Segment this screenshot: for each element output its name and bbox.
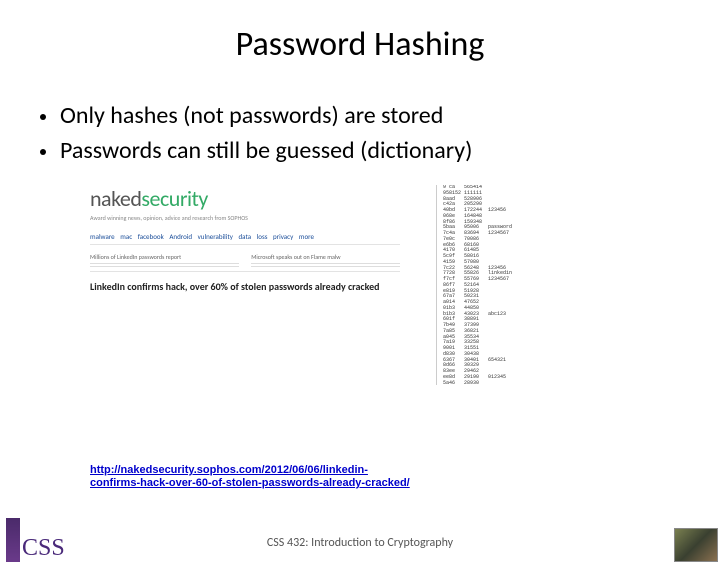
site-tagline: Award winning news, opinion, advice and … [90, 214, 400, 222]
sub-col-title: Microsoft speaks out on Flame malw [251, 253, 400, 261]
logo-part-2: security [141, 185, 207, 212]
bullet-text: Passwords can still be guessed (dictiona… [60, 136, 472, 165]
article-headline: LinkedIn confirms hack, over 60% of stol… [90, 280, 400, 293]
sub-col-title: Millions of LinkedIn passwords report [90, 253, 239, 261]
citation-link[interactable]: http://nakedsecurity.sophos.com/2012/06/… [90, 464, 410, 490]
css-logo: CSS [6, 518, 65, 562]
bullet-text: Only hashes (not passwords) are stored [60, 101, 443, 130]
bullet-list: Only hashes (not passwords) are stored P… [40, 101, 690, 165]
logo-part-1: naked [90, 185, 141, 212]
slide-footer: CSS 432: Introduction to Cryptography [0, 536, 720, 550]
bullet-item: Only hashes (not passwords) are stored [40, 101, 690, 130]
bullet-dot-icon [40, 114, 46, 120]
sub-col-right: Microsoft speaks out on Flame malw [251, 253, 400, 267]
divider-line [90, 266, 239, 267]
site-nav: malware mac facebook Android vulnerabili… [90, 232, 400, 245]
slide-title: Password Hashing [0, 24, 720, 65]
css-logo-text: CSS [22, 535, 65, 562]
corner-decoration-icon [674, 528, 718, 562]
password-hash-table: 9 ca 565414 958152 111111 8aad 528906 c4… [436, 185, 626, 385]
content-row: nakedsecurity Award winning news, opinio… [0, 185, 720, 385]
bullet-dot-icon [40, 149, 46, 155]
article-screenshot: nakedsecurity Award winning news, opinio… [90, 185, 400, 385]
bullet-item: Passwords can still be guessed (dictiona… [40, 136, 690, 165]
divider-line [90, 263, 239, 264]
sub-col-left: Millions of LinkedIn passwords report [90, 253, 239, 267]
divider-line [251, 266, 400, 267]
sub-columns: Millions of LinkedIn passwords report Mi… [90, 253, 400, 272]
divider-line [251, 263, 400, 264]
uwb-bar-icon [6, 518, 20, 562]
site-logo: nakedsecurity [90, 185, 400, 212]
